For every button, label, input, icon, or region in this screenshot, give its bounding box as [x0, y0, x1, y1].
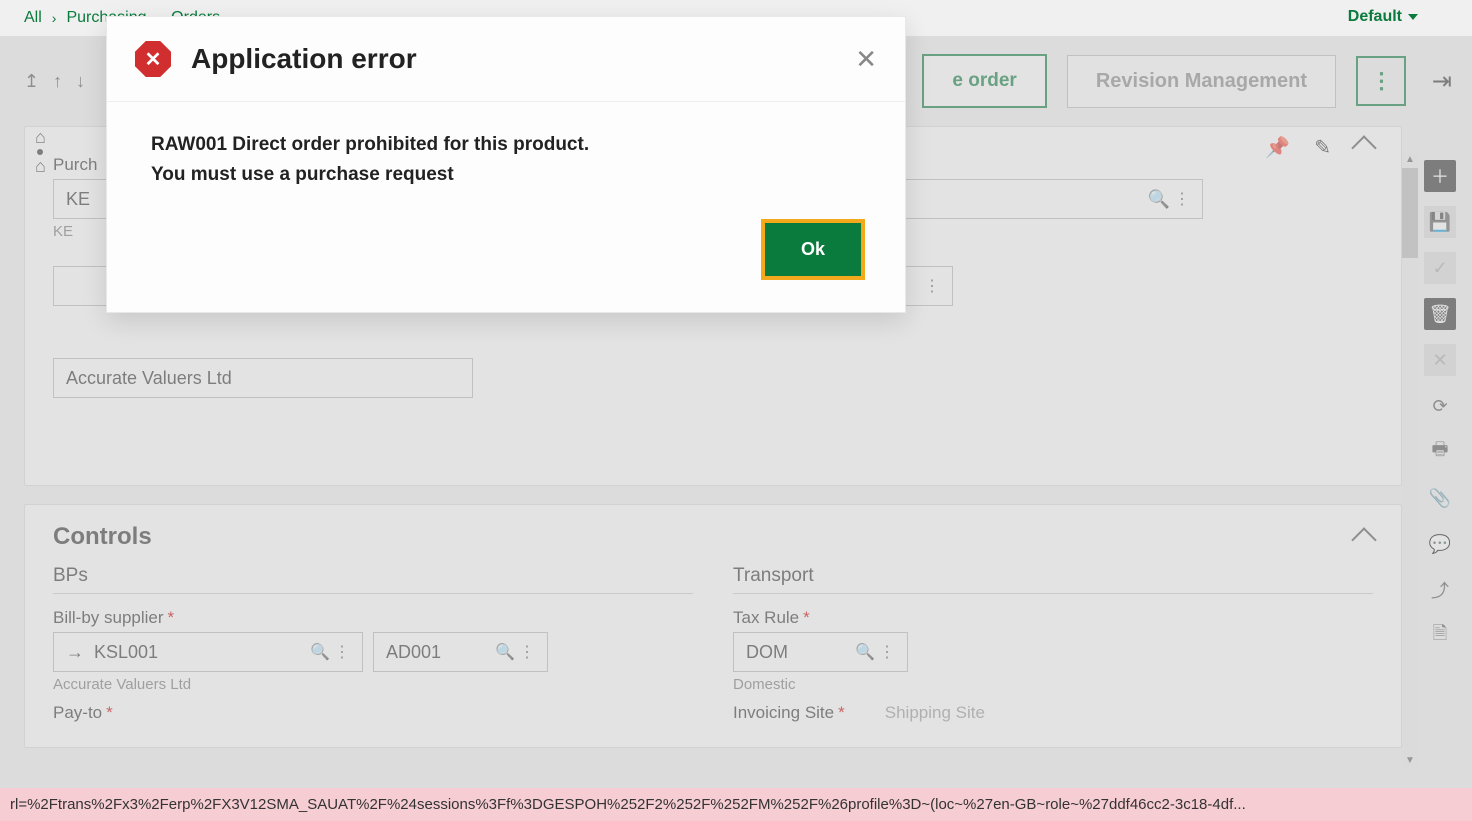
next-record-icon[interactable]: ↓ — [76, 71, 85, 92]
ok-button[interactable]: Ok — [765, 223, 861, 276]
tax-rule-input[interactable]: DOM 🔍 ⋮ — [733, 632, 908, 672]
purchase-site-value: KE — [66, 189, 90, 210]
bps-column: BPs Bill-by supplier* → KSL001 🔍 ⋮ — [53, 559, 693, 727]
transport-title: Transport — [733, 559, 1373, 594]
home-icon[interactable]: ⌂ — [35, 156, 46, 177]
kebab-icon[interactable]: ⋮ — [1174, 189, 1190, 210]
nav-arrows: ↥ ↑ ↓ — [24, 71, 85, 92]
bill-by-supplier-label: Bill-by supplier* — [53, 608, 693, 628]
controls-title: Controls — [25, 505, 1401, 559]
collapse-icon[interactable] — [1351, 527, 1376, 552]
error-dialog: ✕ Application error ✕ RAW001 Direct orde… — [106, 16, 906, 313]
indicator-dot — [37, 149, 43, 155]
more-actions-button[interactable]: ⋮ — [1356, 56, 1406, 106]
kebab-icon[interactable]: ⋮ — [924, 276, 940, 296]
delete-icon[interactable]: 🗑 — [1424, 298, 1456, 330]
check-icon: ✓ — [1424, 252, 1456, 284]
right-action-rail: ＋ 💾 ✓ 🗑 ✕ ⟳ 🖶 📎 💬 ⤴ 🗎 — [1422, 160, 1458, 652]
save-icon: 💾 — [1424, 206, 1456, 238]
comment-icon[interactable]: 💬 — [1424, 528, 1456, 560]
scrollbar-thumb[interactable] — [1402, 168, 1418, 258]
search-icon[interactable]: 🔍 — [855, 642, 875, 662]
first-record-icon[interactable]: ↥ — [24, 71, 39, 92]
pay-to-label: Pay-to* — [53, 703, 693, 723]
search-icon[interactable]: 🔍 — [1148, 189, 1170, 210]
revision-management-button: Revision Management — [1067, 55, 1336, 108]
chevron-right-icon: › — [52, 10, 57, 26]
refresh-icon[interactable]: ⟳ — [1424, 390, 1456, 422]
arrow-right-icon[interactable]: → — [66, 642, 84, 663]
edit-icon[interactable]: ✎ — [1314, 135, 1331, 160]
scroll-up-arrow[interactable]: ▲ — [1405, 154, 1415, 165]
dialog-close-button[interactable]: ✕ — [855, 44, 877, 75]
bill-by-supplier-input[interactable]: → KSL001 🔍 ⋮ — [53, 632, 363, 672]
invoicing-site-label: Invoicing Site* — [733, 703, 845, 723]
dialog-message: RAW001 Direct order prohibited for this … — [107, 102, 905, 211]
bill-by-address-value: AD001 — [386, 642, 441, 663]
search-icon[interactable]: 🔍 — [495, 642, 515, 662]
status-bar-url: rl=%2Ftrans%2Fx3%2Ferp%2FX3V12SMA_SAUAT%… — [0, 788, 1472, 821]
dialog-title: Application error — [191, 43, 417, 75]
caret-down-icon — [1408, 14, 1418, 20]
kebab-icon[interactable]: ⋮ — [334, 642, 350, 662]
bill-by-address-input[interactable]: AD001 🔍 ⋮ — [373, 632, 548, 672]
create-order-button[interactable]: e order — [922, 54, 1046, 108]
kebab-icon[interactable]: ⋮ — [879, 642, 895, 662]
kebab-icon: ⋮ — [1371, 68, 1392, 94]
tax-rule-value: DOM — [746, 642, 788, 663]
vendor-name-input[interactable]: Accurate Valuers Ltd — [53, 358, 473, 398]
home-icon[interactable]: ⌂ — [35, 127, 46, 148]
print-icon[interactable]: 🖶 — [1424, 436, 1456, 468]
scroll-down-arrow[interactable]: ▼ — [1405, 755, 1415, 766]
bps-title: BPs — [53, 559, 693, 594]
bill-by-helper: Accurate Valuers Ltd — [53, 676, 693, 693]
share-icon[interactable]: ⤴ — [1424, 574, 1456, 606]
default-profile-link[interactable]: Default — [1348, 8, 1418, 26]
collapse-icon[interactable] — [1351, 135, 1376, 160]
bill-by-value: KSL001 — [94, 642, 158, 663]
home-nav: ⌂ ⌂ — [35, 127, 46, 177]
close-icon: ✕ — [1424, 344, 1456, 376]
pin-icon[interactable]: 📌 — [1265, 135, 1290, 160]
tax-rule-helper: Domestic — [733, 676, 1373, 693]
add-icon[interactable]: ＋ — [1424, 160, 1456, 192]
document-icon[interactable]: 🗎 — [1424, 620, 1456, 652]
search-icon[interactable]: 🔍 — [310, 642, 330, 662]
breadcrumb-root[interactable]: All — [24, 9, 42, 27]
vendor-name-value: Accurate Valuers Ltd — [66, 368, 232, 389]
dialog-message-line1: RAW001 Direct order prohibited for this … — [151, 130, 861, 160]
kebab-icon[interactable]: ⋮ — [519, 642, 535, 662]
exit-icon[interactable]: ⇥ — [1432, 67, 1452, 96]
scrollbar[interactable]: ▲ ▼ — [1402, 154, 1418, 766]
dialog-message-line2: You must use a purchase request — [151, 160, 861, 190]
prev-record-icon[interactable]: ↑ — [53, 71, 62, 92]
shipping-site-label: Shipping Site — [885, 703, 985, 723]
attach-icon[interactable]: 📎 — [1424, 482, 1456, 514]
controls-panel: Controls BPs Bill-by supplier* → KSL001 — [24, 504, 1402, 748]
error-icon: ✕ — [135, 41, 171, 77]
tax-rule-label: Tax Rule* — [733, 608, 1373, 628]
default-label: Default — [1348, 8, 1402, 26]
transport-column: Transport Tax Rule* DOM 🔍 ⋮ Domestic — [733, 559, 1373, 727]
